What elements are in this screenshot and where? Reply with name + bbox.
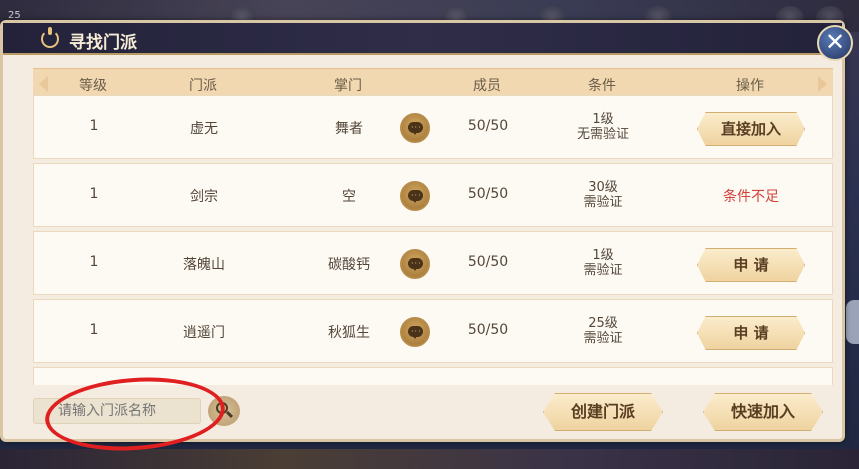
row-level: 1 — [89, 118, 99, 134]
requirement-not-met-status: 条件不足 — [723, 189, 779, 205]
row-leader: 碳酸钙 — [328, 257, 370, 273]
header-members: 成员 — [473, 78, 501, 94]
scroll-left-arrow-icon[interactable] — [39, 76, 48, 92]
row-condition-verify: 需验证 — [583, 263, 623, 278]
scroll-right-arrow-icon[interactable] — [818, 76, 827, 92]
row-condition-verify: 需验证 — [583, 331, 623, 346]
table-row: 1 落魄山 碳酸钙 ··· 50/50 1级 需验证 申 请 — [33, 231, 833, 295]
row-level: 1 — [89, 186, 99, 202]
quick-join-button[interactable]: 快速加入 — [703, 393, 823, 431]
row-condition-level: 1级 — [592, 248, 614, 263]
header-action: 操作 — [736, 78, 764, 94]
row-sect-name: 落魄山 — [183, 257, 225, 273]
row-condition-verify: 需验证 — [583, 195, 623, 210]
row-leader: 舞者 — [335, 121, 363, 137]
row-condition-level: 1级 — [592, 112, 614, 127]
header-leader: 掌门 — [334, 78, 362, 94]
row-condition-level: 30级 — [588, 180, 618, 195]
chat-icon[interactable]: ··· — [400, 181, 430, 211]
table-row: 1 逍遥门 秋狐生 ··· 50/50 25级 需验证 申 请 — [33, 299, 833, 363]
row-level: 1 — [89, 254, 99, 270]
apply-button[interactable]: 申 请 — [697, 248, 805, 282]
header-condition: 条件 — [588, 78, 616, 94]
row-leader: 秋狐生 — [328, 325, 370, 341]
close-button[interactable]: ✕ — [817, 25, 853, 61]
dialog-title-bar: 寻找门派 — [3, 23, 842, 55]
chat-icon[interactable]: ··· — [400, 317, 430, 347]
header-level: 等级 — [79, 78, 107, 94]
row-condition-verify: 无需验证 — [576, 127, 629, 142]
row-sect-name: 剑宗 — [190, 189, 218, 205]
row-sect-name: 逍遥门 — [183, 325, 225, 341]
row-leader: 空 — [342, 189, 356, 205]
row-members: 50/50 — [467, 186, 509, 202]
header-sect: 门派 — [189, 78, 217, 94]
chat-icon[interactable]: ··· — [400, 249, 430, 279]
sect-emblem-icon — [41, 27, 59, 48]
table-row: 1 虚无 舞者 ··· 50/50 1级 无需验证 直接加入 — [33, 95, 833, 159]
apply-button[interactable]: 申 请 — [697, 316, 805, 350]
row-members: 50/50 — [467, 322, 509, 338]
row-members: 50/50 — [467, 118, 509, 134]
bottom-hud — [0, 449, 859, 469]
dialog-title: 寻找门派 — [69, 33, 137, 53]
side-tab-handle[interactable] — [846, 300, 859, 344]
row-level: 1 — [89, 322, 99, 338]
chat-icon[interactable]: ··· — [400, 113, 430, 143]
row-sect-name: 虚无 — [190, 121, 218, 137]
table-row: 1 剑宗 空 ··· 50/50 30级 需验证 条件不足 — [33, 163, 833, 227]
row-condition-level: 25级 — [588, 316, 618, 331]
table-header: 等级 门派 掌门 成员 条件 操作 — [33, 68, 833, 98]
join-directly-button[interactable]: 直接加入 — [697, 112, 805, 146]
create-sect-button[interactable]: 创建门派 — [543, 393, 663, 431]
row-members: 50/50 — [467, 254, 509, 270]
